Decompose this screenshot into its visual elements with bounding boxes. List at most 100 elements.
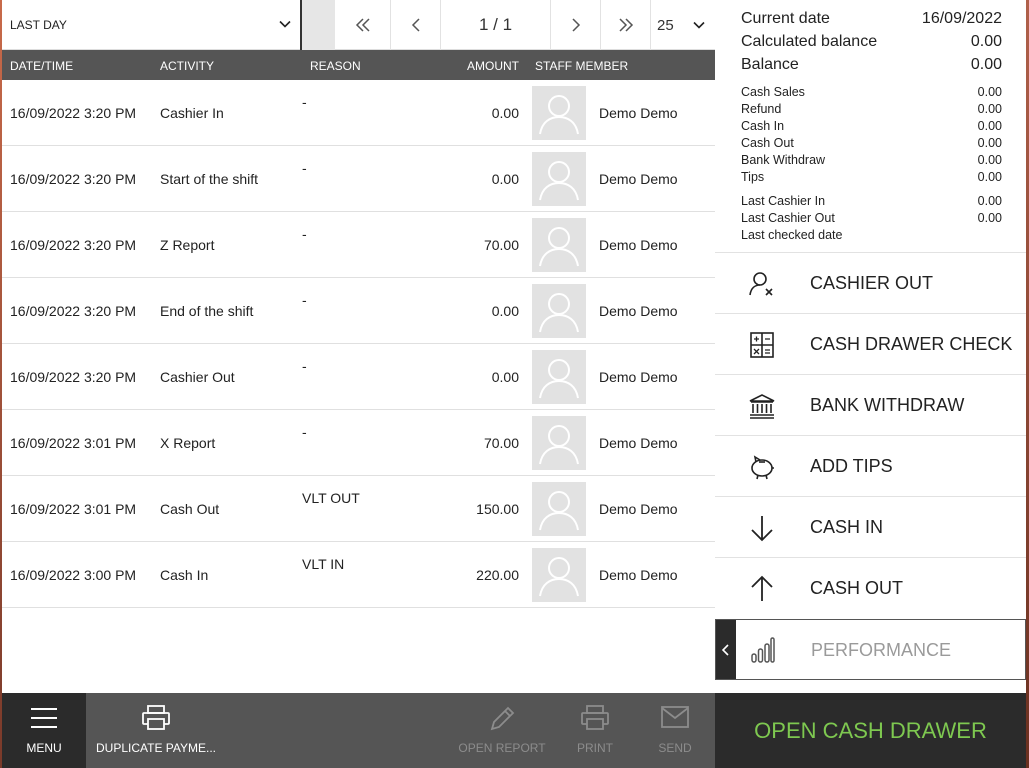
column-header-amount[interactable]: AMOUNT xyxy=(467,59,519,73)
prev-page-button[interactable] xyxy=(391,0,441,50)
summary-detail-row: Tips 0.00 xyxy=(741,170,1002,187)
avatar xyxy=(532,350,586,404)
cell-datetime: 16/09/2022 3:01 PM xyxy=(10,501,137,517)
cash-out-button[interactable]: CASH OUT xyxy=(715,557,1026,618)
user-icon xyxy=(539,425,579,465)
table-row[interactable]: 16/09/2022 3:20 PM Cashier In - 0.00 Dem… xyxy=(2,80,715,146)
table-row[interactable]: 16/09/2022 3:20 PM Start of the shift - … xyxy=(2,146,715,212)
pencil-icon xyxy=(490,706,515,731)
cell-reason: VLT IN xyxy=(302,556,345,572)
action-list: CASHIER OUT CASH DRAWER CHECK BANK WITHD… xyxy=(715,252,1026,618)
cell-amount: 70.00 xyxy=(483,237,519,253)
chevron-left-icon xyxy=(721,643,729,656)
cell-datetime: 16/09/2022 3:20 PM xyxy=(10,303,137,319)
column-header-reason[interactable]: REASON xyxy=(310,59,361,73)
period-dropdown-value: LAST DAY xyxy=(10,18,67,32)
table-row[interactable]: 16/09/2022 3:01 PM X Report - 70.00 Demo… xyxy=(2,410,715,476)
page-size-value: 25 xyxy=(657,16,674,34)
cell-activity: Start of the shift xyxy=(160,171,259,187)
performance-button[interactable]: PERFORMANCE xyxy=(715,619,1026,680)
printer-icon xyxy=(142,705,170,730)
user-icon xyxy=(539,557,579,597)
summary-detail-label: Cash In xyxy=(741,119,785,133)
bank-icon xyxy=(749,394,775,419)
column-header-staff[interactable]: STAFF MEMBER xyxy=(535,59,628,73)
cash-drawer-check-button[interactable]: CASH DRAWER CHECK xyxy=(715,313,1026,374)
first-page-button[interactable] xyxy=(335,0,391,50)
table-row[interactable]: 16/09/2022 3:00 PM Cash In VLT IN 220.00… xyxy=(2,542,715,608)
next-page-button[interactable] xyxy=(551,0,601,50)
table-row[interactable]: 16/09/2022 3:20 PM Z Report - 70.00 Demo… xyxy=(2,212,715,278)
avatar xyxy=(532,548,586,602)
cell-datetime: 16/09/2022 3:20 PM xyxy=(10,369,137,385)
cell-activity: X Report xyxy=(160,435,216,451)
collapse-tab[interactable] xyxy=(716,620,736,679)
chevron-right-icon xyxy=(571,18,580,32)
summary-panel: Current date 16/09/2022 Calculated balan… xyxy=(715,0,1026,693)
table-row[interactable]: 16/09/2022 3:20 PM Cashier Out - 0.00 De… xyxy=(2,344,715,410)
print-button[interactable]: PRINT xyxy=(568,693,622,768)
balance-label: Balance xyxy=(741,56,799,73)
table-row[interactable]: 16/09/2022 3:20 PM End of the shift - 0.… xyxy=(2,278,715,344)
summary-detail-row: Bank Withdraw 0.00 xyxy=(741,153,1002,170)
cell-amount: 0.00 xyxy=(491,171,519,187)
open-report-button[interactable]: OPEN REPORT xyxy=(458,693,546,768)
summary-detail-value: 0.00 xyxy=(977,119,1002,133)
send-label: SEND xyxy=(658,741,692,755)
summary-detail-row: Refund 0.00 xyxy=(741,102,1002,119)
last-checked-date-label: Last checked date xyxy=(741,228,843,242)
summary-detail-value: 0.00 xyxy=(977,102,1002,116)
cell-datetime: 16/09/2022 3:20 PM xyxy=(10,171,137,187)
cash-drawer-check-label: CASH DRAWER CHECK xyxy=(810,334,1013,354)
menu-button[interactable]: MENU xyxy=(2,693,86,768)
last-cashier-in-label: Last Cashier In xyxy=(741,194,826,208)
cell-datetime: 16/09/2022 3:01 PM xyxy=(10,435,137,451)
print-label: PRINT xyxy=(577,741,613,755)
cell-amount: 150.00 xyxy=(476,501,519,517)
cell-amount: 0.00 xyxy=(491,369,519,385)
cell-amount: 0.00 xyxy=(491,105,519,121)
cell-activity: Cash Out xyxy=(160,501,220,517)
cash-in-label: CASH IN xyxy=(810,517,884,537)
user-icon xyxy=(539,95,579,135)
arrow-down-icon xyxy=(751,516,773,542)
panel-spacer xyxy=(715,680,1026,693)
performance-label: PERFORMANCE xyxy=(811,640,952,660)
duplicate-payment-button[interactable]: DUPLICATE PAYME... xyxy=(86,693,226,768)
add-tips-label: ADD TIPS xyxy=(810,456,893,476)
table-header: DATE/TIME ACTIVITY REASON AMOUNT STAFF M… xyxy=(2,50,715,80)
cell-staff: Demo Demo xyxy=(599,237,678,253)
cell-activity: Cashier In xyxy=(160,105,224,121)
bank-withdraw-button[interactable]: BANK WITHDRAW xyxy=(715,374,1026,435)
last-page-button[interactable] xyxy=(601,0,651,50)
avatar xyxy=(532,218,586,272)
avatar xyxy=(532,284,586,338)
summary-detail-value: 0.00 xyxy=(977,153,1002,167)
signal-bars-icon xyxy=(751,637,775,663)
add-tips-button[interactable]: ADD TIPS xyxy=(715,435,1026,496)
cell-activity: Cash In xyxy=(160,567,209,583)
bank-withdraw-label: BANK WITHDRAW xyxy=(810,395,965,415)
cashier-out-button[interactable]: CASHIER OUT xyxy=(715,252,1026,313)
cell-staff: Demo Demo xyxy=(599,171,678,187)
cell-reason: - xyxy=(302,358,307,374)
calculated-balance-row: Calculated balance 0.00 xyxy=(741,33,1002,53)
table-row[interactable]: 16/09/2022 3:01 PM Cash Out VLT OUT 150.… xyxy=(2,476,715,542)
open-cash-drawer-button[interactable]: OPEN CASH DRAWER xyxy=(715,693,1026,768)
cell-reason: - xyxy=(302,292,307,308)
envelope-icon xyxy=(661,706,689,728)
period-dropdown[interactable]: LAST DAY xyxy=(2,0,302,50)
summary-detail-label: Cash Sales xyxy=(741,85,805,99)
double-chevron-right-icon xyxy=(618,18,633,32)
current-date-row: Current date 16/09/2022 xyxy=(741,10,1002,30)
piggy-bank-icon xyxy=(751,455,774,480)
summary-detail-label: Bank Withdraw xyxy=(741,153,826,167)
duplicate-payment-label: DUPLICATE PAYME... xyxy=(95,741,217,755)
cell-datetime: 16/09/2022 3:00 PM xyxy=(10,567,137,583)
column-header-datetime[interactable]: DATE/TIME xyxy=(10,59,73,73)
cash-in-button[interactable]: CASH IN xyxy=(715,496,1026,557)
page-size-dropdown[interactable]: 25 xyxy=(651,0,714,50)
send-button[interactable]: SEND xyxy=(648,693,702,768)
column-header-activity[interactable]: ACTIVITY xyxy=(160,59,214,73)
current-date-label: Current date xyxy=(741,10,830,27)
